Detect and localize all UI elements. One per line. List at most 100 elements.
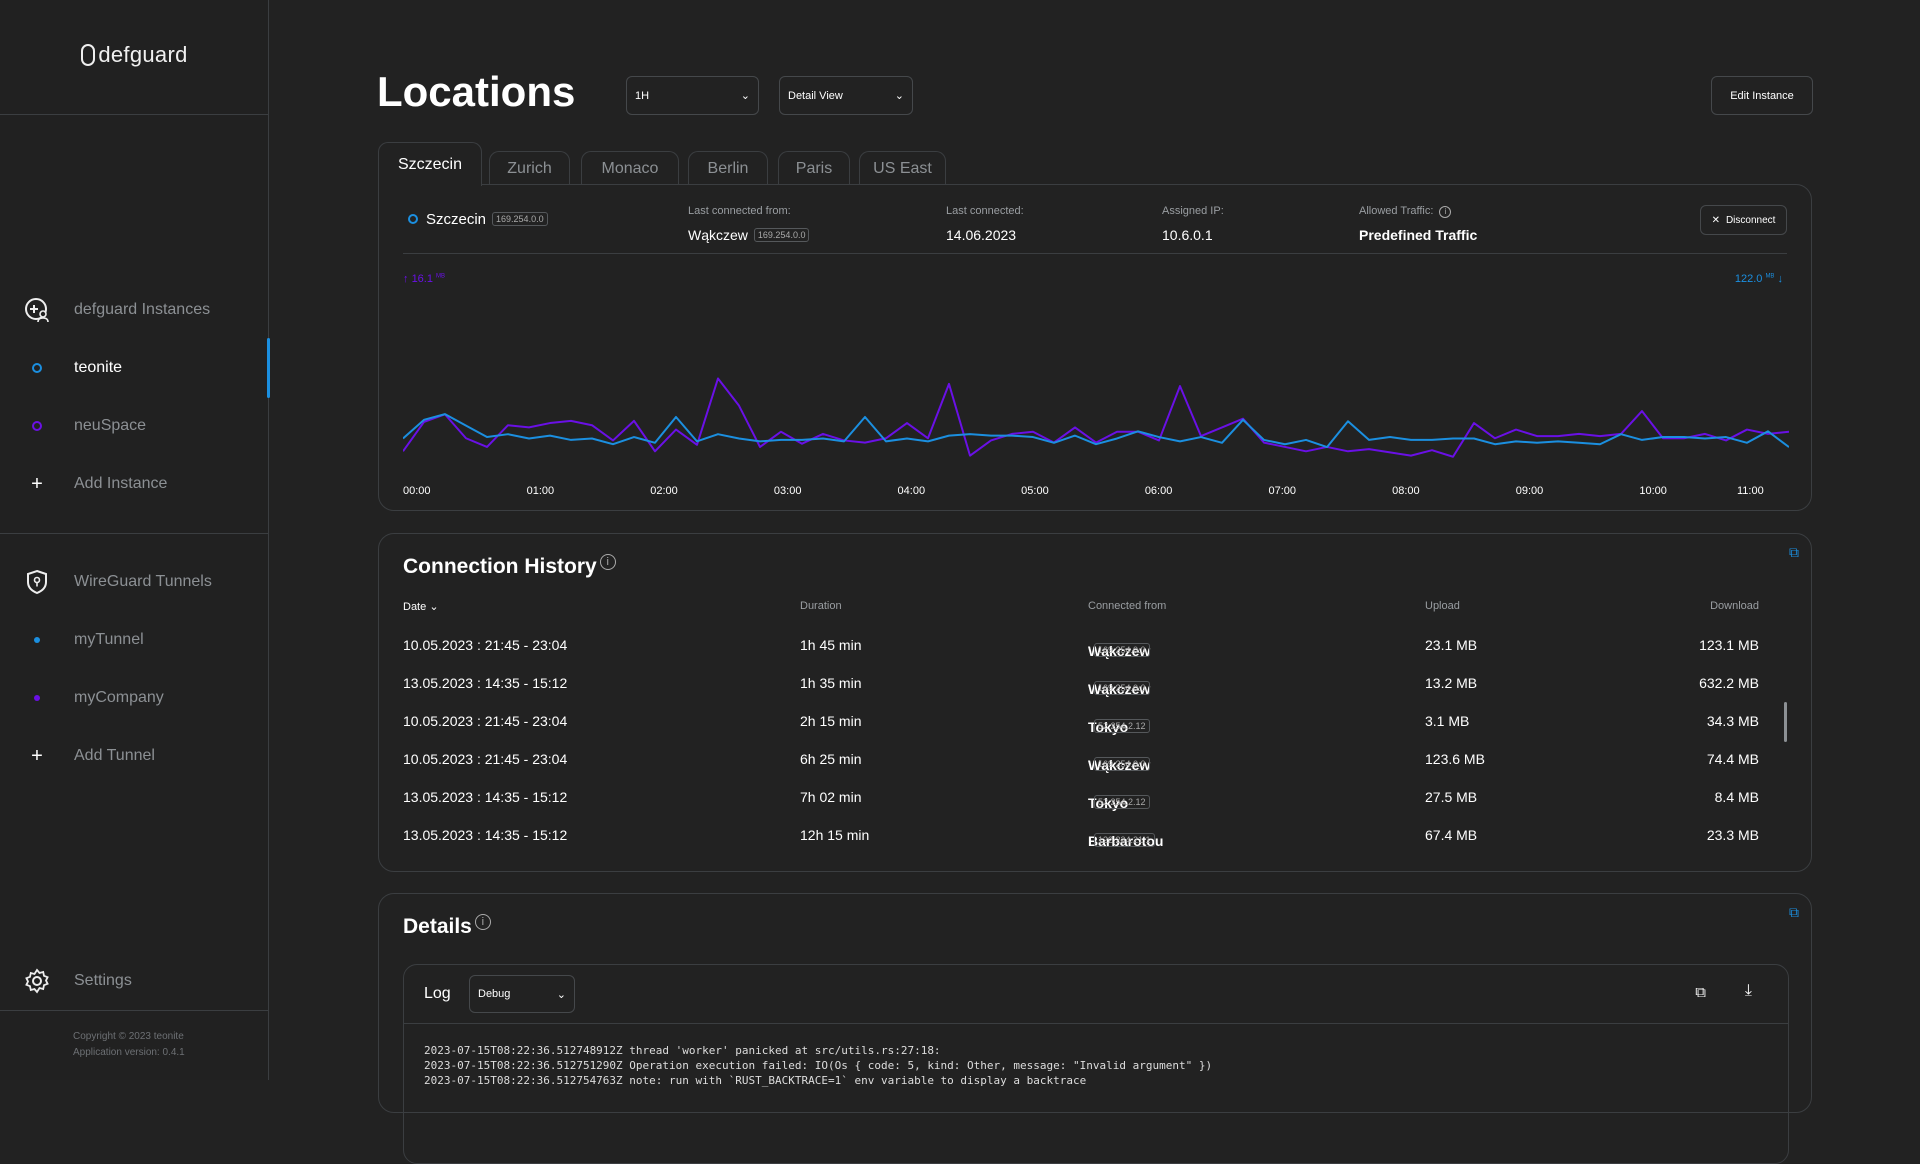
- sidebar-item-settings[interactable]: Settings: [0, 961, 269, 1001]
- add-tunnel-label: Add Tunnel: [74, 747, 155, 765]
- divider: [0, 533, 269, 534]
- disconnect-label: Disconnect: [1726, 215, 1775, 226]
- divider: [0, 114, 269, 115]
- ip-badge: 52.254.2.12: [1094, 795, 1150, 809]
- x-tick-label: 02:00: [650, 485, 678, 497]
- allowed-traffic-label-text: Allowed Traffic:: [1359, 205, 1433, 217]
- allowed-traffic-label: Allowed Traffic: i: [1359, 205, 1451, 218]
- cell-download: 74.4 MB: [1707, 751, 1759, 767]
- tab-berlin[interactable]: Berlin: [688, 151, 768, 185]
- edit-instance-button[interactable]: Edit Instance: [1711, 76, 1813, 115]
- info-icon[interactable]: i: [475, 914, 491, 930]
- ip-badge: 122.234.21.1: [1094, 833, 1155, 847]
- tunnel-status-icon: [34, 637, 40, 643]
- title-text: Connection History: [403, 555, 597, 578]
- table-row[interactable]: 13.05.2023 : 14:35 - 15:12 7h 02 min Tok…: [379, 783, 1811, 813]
- cell-upload: 23.1 MB: [1425, 637, 1477, 653]
- download-unit: MB: [1765, 273, 1774, 279]
- table-row[interactable]: 13.05.2023 : 14:35 - 15:12 1h 35 min Wąk…: [379, 669, 1811, 699]
- info-icon[interactable]: i: [1439, 206, 1451, 218]
- table-row[interactable]: 10.05.2023 : 21:45 - 23:04 1h 45 min Wąk…: [379, 631, 1811, 661]
- upload-max-label: ↑ 16.1 MB: [403, 273, 445, 285]
- column-header-upload[interactable]: Upload: [1425, 600, 1460, 612]
- logo: defguard: [0, 42, 269, 68]
- disconnect-button[interactable]: ✕Disconnect: [1700, 205, 1787, 235]
- log-level-select[interactable]: Debug⌄: [469, 975, 575, 1013]
- tab-zurich[interactable]: Zurich: [489, 151, 570, 185]
- cell-upload: 27.5 MB: [1425, 789, 1477, 805]
- chevron-down-icon: ⌄: [741, 89, 750, 102]
- main-content: Locations 1H⌄ Detail View ⌄ Edit Instance…: [269, 0, 1920, 1080]
- column-header-download[interactable]: Download: [1710, 600, 1759, 612]
- cell-duration: 7h 02 min: [800, 789, 861, 805]
- ip-badge: 169.254.0.0: [492, 212, 548, 226]
- traffic-chart: [403, 285, 1789, 470]
- tab-szczecin[interactable]: Szczecin: [378, 142, 482, 186]
- log-label: Log: [424, 985, 451, 1003]
- x-tick-label: 05:00: [1021, 485, 1049, 497]
- sidebar-item-label: neuSpace: [74, 417, 146, 435]
- log-line: 2023-07-15T08:22:36.512754763Z note: run…: [424, 1074, 1086, 1087]
- expand-icon[interactable]: ⧉: [1789, 544, 1799, 561]
- table-row[interactable]: 10.05.2023 : 21:45 - 23:04 6h 25 min Wąk…: [379, 745, 1811, 775]
- page-title: Locations: [377, 68, 575, 116]
- add-instance-label: Add Instance: [74, 475, 167, 493]
- sidebar-header-instances: defguard Instances: [0, 290, 269, 330]
- table-row[interactable]: 13.05.2023 : 14:35 - 15:12 12h 15 min Ba…: [379, 821, 1811, 851]
- add-tunnel-button[interactable]: + Add Tunnel: [0, 736, 269, 776]
- settings-label: Settings: [74, 972, 132, 990]
- cell-download: 8.4 MB: [1715, 789, 1759, 805]
- sidebar-item-mytunnel[interactable]: myTunnel: [0, 620, 269, 660]
- info-icon[interactable]: i: [600, 554, 616, 570]
- tab-monaco[interactable]: Monaco: [581, 151, 679, 185]
- cell-download: 23.3 MB: [1707, 827, 1759, 843]
- tab-us-east[interactable]: US East: [859, 151, 946, 185]
- time-range-select[interactable]: 1H⌄: [626, 76, 759, 115]
- cell-upload: 3.1 MB: [1425, 713, 1469, 729]
- column-header-connected-from[interactable]: Connected from: [1088, 600, 1166, 612]
- sidebar: defguard defguard Instances teonite neuS…: [0, 0, 269, 1080]
- sidebar-item-teonite[interactable]: teonite: [0, 348, 269, 388]
- allowed-traffic-value: Predefined Traffic: [1359, 227, 1477, 243]
- upload-max-value: 16.1: [412, 273, 433, 285]
- cell-upload: 123.6 MB: [1425, 751, 1485, 767]
- download-max-value: 122.0: [1735, 273, 1763, 285]
- app-version: Application version: 0.4.1: [73, 1047, 185, 1058]
- plus-icon: +: [0, 473, 74, 496]
- copy-icon[interactable]: ⧉: [1695, 984, 1706, 1001]
- instance-status-icon: [32, 421, 42, 431]
- sidebar-item-label: myTunnel: [74, 631, 144, 649]
- view-select[interactable]: Detail View ⌄: [779, 76, 913, 115]
- ip-badge: 169.254.0.0: [1094, 643, 1150, 657]
- sidebar-header-label: defguard Instances: [74, 301, 210, 319]
- cell-duration: 1h 35 min: [800, 675, 861, 691]
- location-name-text: Szczecin: [426, 211, 486, 228]
- download-icon[interactable]: ⤓: [1745, 982, 1752, 1000]
- chevron-down-icon: ⌄: [895, 89, 904, 102]
- connection-history-title: Connection Historyi: [403, 554, 616, 579]
- add-instance-button[interactable]: + Add Instance: [0, 464, 269, 504]
- column-header-duration[interactable]: Duration: [800, 600, 842, 612]
- x-tick-label: 03:00: [774, 485, 802, 497]
- logo-text: defguard: [98, 42, 187, 67]
- cell-download: 123.1 MB: [1699, 637, 1759, 653]
- sidebar-header-tunnels: WireGuard Tunnels: [0, 562, 269, 602]
- sidebar-item-neuspace[interactable]: neuSpace: [0, 406, 269, 446]
- sidebar-item-mycompany[interactable]: myCompany: [0, 678, 269, 718]
- location-status-icon: [408, 214, 418, 224]
- x-tick-label: 00:00: [403, 485, 431, 497]
- scrollbar[interactable]: [1784, 702, 1787, 742]
- select-value: Detail View: [788, 90, 843, 102]
- table-row[interactable]: 10.05.2023 : 21:45 - 23:04 2h 15 min Tok…: [379, 707, 1811, 737]
- title-text: Details: [403, 915, 472, 938]
- last-connected-label: Last connected:: [946, 205, 1024, 217]
- upload-unit: MB: [436, 273, 445, 279]
- divider: [404, 1023, 1788, 1024]
- expand-icon[interactable]: ⧉: [1789, 904, 1799, 921]
- x-tick-label: 10:00: [1639, 485, 1667, 497]
- divider: [0, 1010, 269, 1011]
- tab-paris[interactable]: Paris: [778, 151, 850, 185]
- chevron-down-icon: ⌄: [557, 988, 566, 1001]
- column-header-date[interactable]: Date ⌄: [403, 600, 439, 613]
- log-line: 2023-07-15T08:22:36.512751290Z Operation…: [424, 1059, 1212, 1072]
